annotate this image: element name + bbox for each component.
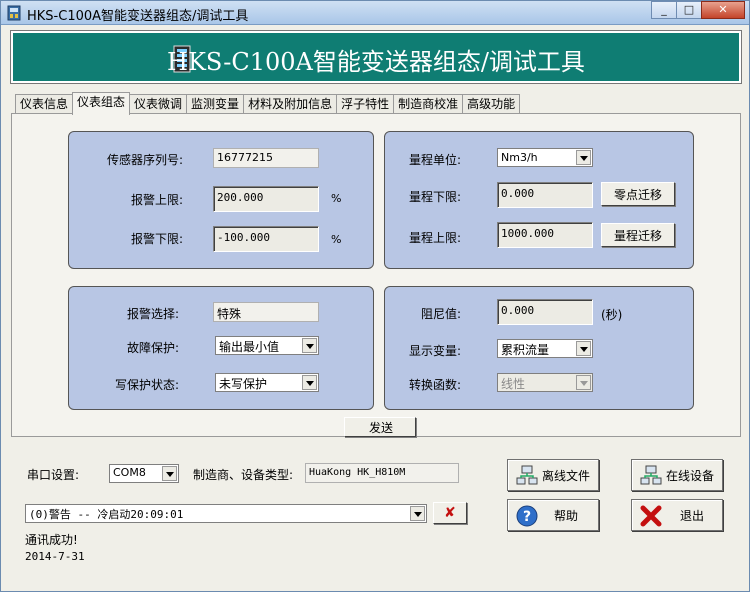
chevron-down-icon[interactable] bbox=[576, 150, 591, 165]
transfer-label: 转换函数: bbox=[408, 378, 461, 392]
tab-material-info[interactable]: 材料及附加信息 bbox=[243, 94, 338, 114]
alarm-high-unit: % bbox=[331, 192, 342, 205]
tab-monitor-variables[interactable]: 监测变量 bbox=[186, 94, 245, 114]
offline-file-label: 离线文件 bbox=[542, 468, 591, 483]
minimize-button[interactable]: _ bbox=[651, 1, 677, 19]
range-high-field[interactable]: 1000.000 bbox=[497, 222, 593, 248]
close-icon: ✕ bbox=[718, 3, 728, 16]
zero-shift-label: 零点迁移 bbox=[614, 187, 663, 202]
fault-protect-label: 故障保护: bbox=[126, 341, 179, 355]
network-icon bbox=[516, 465, 538, 485]
config-panel: 传感器序列号: 16777215 报警上限: 200.000 % 报警下限: -… bbox=[11, 113, 741, 437]
maximize-button[interactable]: □ bbox=[676, 1, 702, 19]
window-title: HKS-C100A智能变送器组态/调试工具 bbox=[27, 9, 249, 24]
title-bar: HKS-C100A智能变送器组态/调试工具 _ □ ✕ bbox=[1, 1, 749, 25]
zero-shift-button[interactable]: 零点迁移 bbox=[601, 182, 675, 206]
write-protect-value: 未写保护 bbox=[219, 377, 268, 391]
range-unit-value: Nm3/h bbox=[501, 151, 538, 164]
write-protect-select[interactable]: 未写保护 bbox=[215, 373, 319, 392]
clear-icon: ✘ bbox=[444, 505, 456, 521]
close-button[interactable]: ✕ bbox=[701, 1, 745, 19]
serial-field[interactable]: 16777215 bbox=[213, 148, 319, 168]
log-select[interactable]: (0)警告 -- 冷启动20:09:01 bbox=[25, 504, 427, 523]
sensor-alarm-group: 传感器序列号: 16777215 报警上限: 200.000 % 报警下限: -… bbox=[68, 131, 374, 269]
damping-label: 阻尼值: bbox=[420, 307, 461, 321]
tab-instrument-config[interactable]: 仪表组态 bbox=[72, 92, 131, 115]
chevron-down-icon[interactable] bbox=[162, 466, 177, 481]
banner-title: HKS-C100A智能变送器组态/调试工具 bbox=[167, 48, 585, 76]
alarm-low-unit: % bbox=[331, 233, 342, 246]
alarm-select-field[interactable]: 特殊 bbox=[213, 302, 319, 322]
alarm-select-label: 报警选择: bbox=[126, 307, 179, 321]
range-shift-button[interactable]: 量程迁移 bbox=[601, 223, 675, 247]
damping-field[interactable]: 0.000 bbox=[497, 299, 593, 325]
exit-button[interactable]: 退出 bbox=[631, 499, 723, 531]
chevron-down-icon[interactable] bbox=[410, 506, 425, 521]
chevron-down-icon[interactable] bbox=[576, 341, 591, 356]
online-device-button[interactable]: 在线设备 bbox=[631, 459, 723, 491]
log-value: (0)警告 -- 冷启动20:09:01 bbox=[29, 508, 184, 521]
app-icon bbox=[7, 5, 21, 21]
fault-protect-select[interactable]: 输出最小值 bbox=[215, 336, 319, 355]
help-button[interactable]: ? 帮助 bbox=[507, 499, 599, 531]
fault-protect-value: 输出最小值 bbox=[219, 340, 280, 354]
vendor-label: 制造商、设备类型: bbox=[193, 468, 294, 482]
alarm-high-label: 报警上限: bbox=[130, 193, 183, 207]
range-unit-label: 量程单位: bbox=[408, 153, 461, 167]
send-label: 发送 bbox=[369, 420, 394, 435]
range-unit-select[interactable]: Nm3/h bbox=[497, 148, 593, 167]
display-var-value: 累积流量 bbox=[501, 343, 550, 357]
chevron-down-icon[interactable] bbox=[302, 375, 317, 390]
tab-bar: 仪表信息 仪表组态 仪表微调 监测变量 材料及附加信息 浮子特性 制造商校准 高… bbox=[15, 92, 521, 115]
tab-advanced[interactable]: 高级功能 bbox=[462, 94, 521, 114]
serial-label: 传感器序列号: bbox=[106, 153, 183, 167]
damping-display-group: 阻尼值: 0.000 (秒) 显示变量: 累积流量 转换函数: 线性 bbox=[384, 286, 694, 410]
range-group: 量程单位: Nm3/h 量程下限: 0.000 零点迁移 量程上限: 1000.… bbox=[384, 131, 694, 269]
port-value: COM8 bbox=[113, 466, 146, 479]
tab-vendor-calibration[interactable]: 制造商校准 bbox=[393, 94, 464, 114]
tab-instrument-trim[interactable]: 仪表微调 bbox=[129, 94, 188, 114]
write-protect-label: 写保护状态: bbox=[114, 378, 179, 392]
display-var-select[interactable]: 累积流量 bbox=[497, 339, 593, 358]
status-message: 通讯成功! bbox=[25, 533, 78, 547]
network-icon bbox=[640, 465, 662, 485]
range-low-label: 量程下限: bbox=[408, 190, 461, 204]
status-area: 串口设置: COM8 制造商、设备类型: HuaKong HK_H810M (0… bbox=[11, 449, 741, 587]
maximize-icon: □ bbox=[683, 3, 695, 16]
clear-log-button[interactable]: ✘ bbox=[433, 502, 467, 524]
offline-file-button[interactable]: 离线文件 bbox=[507, 459, 599, 491]
status-date: 2014-7-31 bbox=[25, 550, 85, 563]
alarm-high-field[interactable]: 200.000 bbox=[213, 186, 319, 212]
display-var-label: 显示变量: bbox=[408, 344, 461, 358]
help-icon: ? bbox=[516, 505, 538, 527]
tab-float-characteristics[interactable]: 浮子特性 bbox=[336, 94, 395, 114]
header-banner: HKS-C100A智能变送器组态/调试工具 bbox=[10, 30, 742, 84]
alarm-low-field[interactable]: -100.000 bbox=[213, 226, 319, 252]
transfer-select: 线性 bbox=[497, 373, 593, 392]
range-shift-label: 量程迁移 bbox=[614, 228, 663, 243]
send-button[interactable]: 发送 bbox=[344, 417, 416, 437]
exit-label: 退出 bbox=[680, 508, 705, 523]
app-window: HKS-C100A智能变送器组态/调试工具 _ □ ✕ HKS-C100A智能变… bbox=[0, 0, 750, 592]
minimize-icon: _ bbox=[661, 3, 667, 16]
tab-instrument-info[interactable]: 仪表信息 bbox=[15, 94, 74, 114]
range-low-field[interactable]: 0.000 bbox=[497, 182, 593, 208]
online-device-label: 在线设备 bbox=[666, 468, 715, 483]
port-label: 串口设置: bbox=[27, 468, 80, 482]
exit-icon bbox=[640, 505, 662, 527]
damping-unit: (秒) bbox=[601, 308, 623, 322]
help-label: 帮助 bbox=[554, 508, 579, 523]
svg-text:?: ? bbox=[523, 509, 531, 525]
alarm-low-label: 报警下限: bbox=[130, 232, 183, 246]
port-select[interactable]: COM8 bbox=[109, 464, 179, 483]
range-high-label: 量程上限: bbox=[408, 231, 461, 245]
chevron-down-icon bbox=[576, 375, 591, 390]
vendor-field: HuaKong HK_H810M bbox=[305, 463, 459, 483]
alarm-protect-group: 报警选择: 特殊 故障保护: 输出最小值 写保护状态: 未写保护 bbox=[68, 286, 374, 410]
transfer-value: 线性 bbox=[501, 377, 526, 391]
chevron-down-icon[interactable] bbox=[302, 338, 317, 353]
